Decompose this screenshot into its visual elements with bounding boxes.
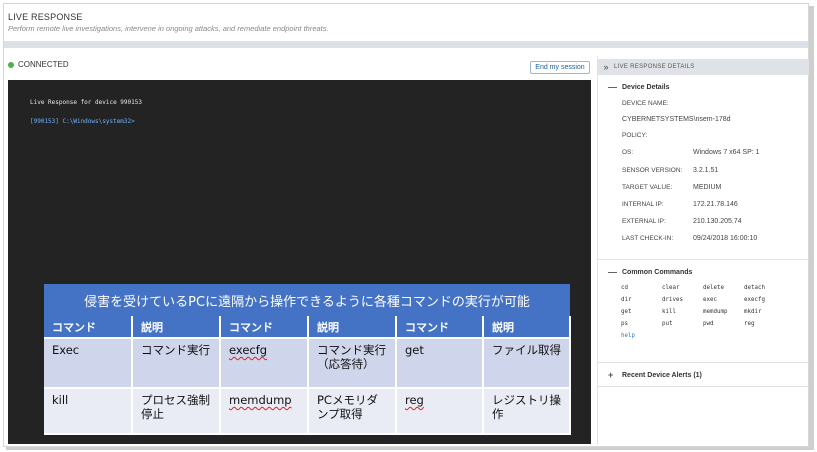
device-name-value: CYBERNETSYSTEMS\nsem-178d xyxy=(622,116,731,123)
column-header-description: 説明 xyxy=(308,316,397,339)
table-cell: get xyxy=(396,338,484,389)
connection-status: CONNECTED xyxy=(8,60,69,69)
section-divider xyxy=(598,386,809,387)
external-ip-label: EXTERNAL IP: xyxy=(622,218,666,225)
command-item[interactable]: reg xyxy=(744,321,785,327)
end-session-button[interactable]: End my session xyxy=(530,61,590,74)
terminal-banner-line: Live Response for device 990153 xyxy=(30,99,142,106)
details-panel-header: » LIVE RESPONSE DETAILS xyxy=(598,59,809,75)
details-panel-title: LIVE RESPONSE DETAILS xyxy=(614,64,695,70)
column-header-command: コマンド xyxy=(44,316,133,339)
page-subtitle: Perform remote live investigations, inte… xyxy=(8,24,329,33)
device-details-section-header[interactable]: — Device Details xyxy=(608,82,669,92)
table-cell: execfg xyxy=(220,338,309,389)
recent-alerts-section-header[interactable]: + Recent Device Alerts (1) xyxy=(608,370,702,380)
command-item[interactable]: drives xyxy=(662,297,703,303)
page-title: LIVE RESPONSE xyxy=(8,12,83,22)
table-row: kill プロセス強制停止 memdump PCメモリダンプ取得 reg レジス… xyxy=(44,388,571,435)
collapse-section-icon[interactable]: — xyxy=(608,267,617,277)
callout-banner: 侵害を受けているPCに遠隔から操作できるように各種コマンドの実行が可能 xyxy=(44,284,570,316)
command-item[interactable]: execfg xyxy=(744,297,785,303)
command-item[interactable]: kill xyxy=(662,309,703,315)
table-cell-text: execfg xyxy=(229,343,268,357)
command-item[interactable]: pwd xyxy=(703,321,744,327)
section-divider xyxy=(598,362,809,363)
common-commands-heading: Common Commands xyxy=(622,268,693,276)
table-cell: PCメモリダンプ取得 xyxy=(308,388,397,435)
column-header-description: 説明 xyxy=(132,316,221,339)
command-table: コマンド 説明 コマンド 説明 コマンド 説明 Exec コマンド実行 exec… xyxy=(44,316,571,435)
table-cell: memdump xyxy=(220,388,309,435)
target-value-value: MEDIUM xyxy=(693,184,722,191)
command-item[interactable]: put xyxy=(662,321,703,327)
terminal-console[interactable]: Live Response for device 990153 [990153]… xyxy=(8,80,591,444)
table-cell: コマンド実行 xyxy=(132,338,221,389)
sensor-version-label: SENSOR VERSION: xyxy=(622,167,683,174)
table-cell: プロセス強制停止 xyxy=(132,388,221,435)
device-name-label: DEVICE NAME: xyxy=(622,100,669,107)
command-item[interactable]: mkdir xyxy=(744,309,785,315)
section-divider xyxy=(598,259,809,260)
collapse-panel-icon[interactable]: » xyxy=(598,62,614,72)
command-item[interactable]: detach xyxy=(744,285,785,291)
common-commands-list: cd clear delete detach dir drives exec e… xyxy=(621,285,801,339)
sensor-version-value: 3.2.1.51 xyxy=(693,167,719,174)
live-response-window: LIVE RESPONSE Perform remote live invest… xyxy=(3,3,809,447)
collapse-section-icon[interactable]: — xyxy=(608,82,617,92)
command-item[interactable]: exec xyxy=(703,297,744,303)
table-cell: レジストリ操作 xyxy=(483,388,571,435)
command-overview-callout: 侵害を受けているPCに遠隔から操作できるように各種コマンドの実行が可能 コマンド… xyxy=(44,284,571,438)
os-label: OS: xyxy=(622,149,634,156)
table-header-row: コマンド 説明 コマンド 説明 コマンド 説明 xyxy=(44,316,571,339)
page-header: LIVE RESPONSE Perform remote live invest… xyxy=(4,4,808,48)
connection-status-label: CONNECTED xyxy=(18,60,69,69)
table-cell: ファイル取得 xyxy=(483,338,571,389)
terminal-prompt[interactable]: [990153] C:\Windows\system32> xyxy=(30,118,135,125)
column-header-command: コマンド xyxy=(220,316,309,339)
last-checkin-value: 09/24/2018 16:00:10 xyxy=(693,235,758,242)
table-cell-text: memdump xyxy=(229,393,292,407)
connected-status-icon xyxy=(8,61,14,68)
table-cell-text: reg xyxy=(405,393,424,407)
table-cell: Exec xyxy=(44,338,133,389)
table-cell: コマンド実行（応答待） xyxy=(308,338,397,389)
command-item[interactable]: get xyxy=(621,309,662,315)
command-item[interactable]: ps xyxy=(621,321,662,327)
details-panel: » LIVE RESPONSE DETAILS — Device Details… xyxy=(597,56,809,444)
last-checkin-label: LAST CHECK-IN: xyxy=(622,235,674,242)
common-commands-section-header[interactable]: — Common Commands xyxy=(608,267,692,277)
table-row: Exec コマンド実行 execfg コマンド実行（応答待） get ファイル取… xyxy=(44,338,571,389)
command-item[interactable]: cd xyxy=(621,285,662,291)
help-command-link[interactable]: help xyxy=(621,333,662,339)
internal-ip-label: INTERNAL IP: xyxy=(622,201,664,208)
recent-alerts-heading: Recent Device Alerts (1) xyxy=(622,371,702,379)
policy-label: POLICY: xyxy=(622,132,648,139)
table-cell: reg xyxy=(396,388,484,435)
command-item[interactable]: clear xyxy=(662,285,703,291)
target-value-label: TARGET VALUE: xyxy=(622,184,673,191)
table-cell: kill xyxy=(44,388,133,435)
internal-ip-value: 172.21.78.146 xyxy=(693,201,738,208)
command-item[interactable]: dir xyxy=(621,297,662,303)
device-details-heading: Device Details xyxy=(622,83,670,91)
os-value: Windows 7 x64 SP: 1 xyxy=(693,149,760,156)
command-item[interactable]: memdump xyxy=(703,309,744,315)
column-header-description: 説明 xyxy=(483,316,571,339)
external-ip-value: 210.130.205.74 xyxy=(693,218,742,225)
column-header-command: コマンド xyxy=(396,316,484,339)
command-item[interactable]: delete xyxy=(703,285,744,291)
header-divider-bar xyxy=(4,41,808,48)
expand-section-icon[interactable]: + xyxy=(608,370,614,380)
